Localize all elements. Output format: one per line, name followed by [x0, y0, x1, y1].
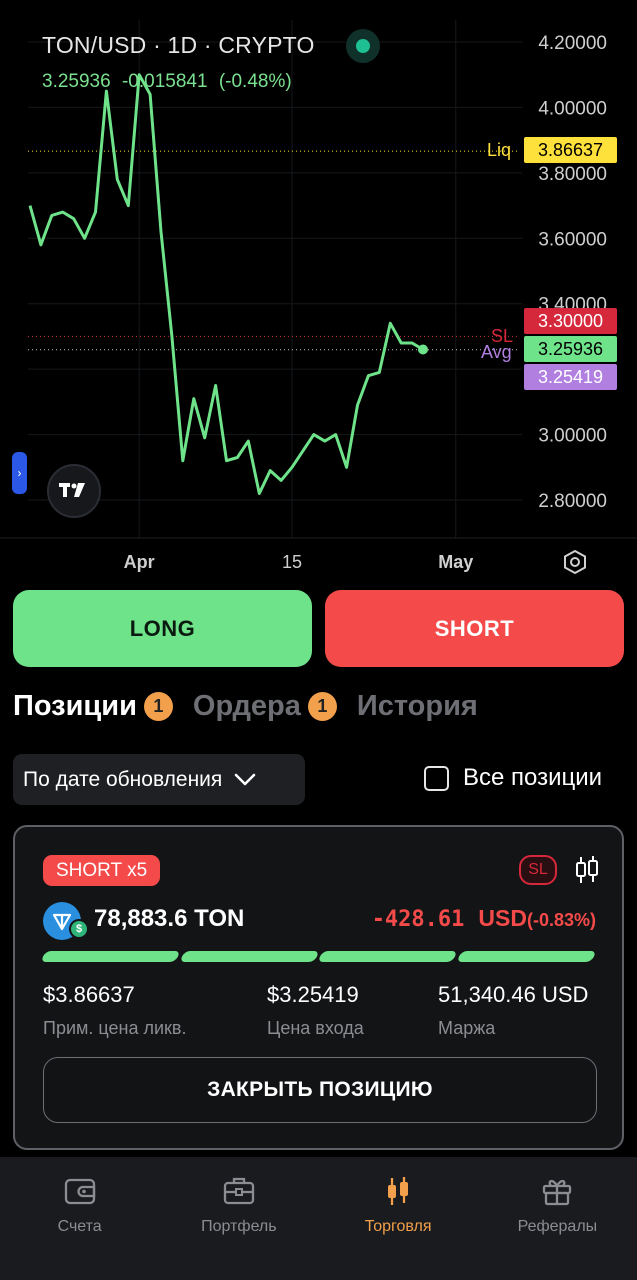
- y-tick-label: 3.80000: [538, 164, 607, 185]
- position-progress-bar: [40, 951, 596, 962]
- sort-dropdown[interactable]: По дате обновления: [13, 754, 305, 805]
- all-positions-checkbox[interactable]: [424, 765, 449, 791]
- pnl-currency: USD: [478, 905, 527, 931]
- stop-loss-icon[interactable]: SL: [519, 855, 557, 885]
- entry-price-value: $3.25419: [267, 982, 359, 1007]
- margin-value: 51,340.46 USD: [438, 982, 589, 1007]
- chart-price-line: 3.25936 -0.015841 (-0.48%): [42, 71, 298, 93]
- position-side-badge: SHORT x5: [43, 855, 161, 886]
- usd-coin-icon: $: [69, 919, 89, 939]
- avg-line-label: Avg: [481, 342, 512, 362]
- tab-positions-badge: 1: [143, 692, 173, 721]
- liq-price-tag: 3.86637: [524, 137, 617, 163]
- bottom-navigation: Счета Портфель Торговля Рефералы: [0, 1157, 637, 1280]
- market-status-icon: [346, 29, 380, 63]
- position-amount: 78,883.6 TON: [94, 905, 245, 932]
- tab-history-label: История: [356, 690, 478, 722]
- position-card[interactable]: SHORT x5 SL $ 78,883.6 TON -428.61 USD(-0…: [13, 825, 624, 1150]
- pnl-percent: (-0.83%): [526, 910, 596, 930]
- last-price-marker: [418, 344, 428, 355]
- nav-portfolio-label: Портфель: [201, 1218, 277, 1235]
- y-tick-label: 2.80000: [538, 491, 607, 512]
- x-tick-label: 15: [282, 552, 302, 572]
- side-panel-handle[interactable]: ›: [12, 452, 27, 494]
- position-pnl: -428.61 USD(-0.83%): [372, 905, 596, 932]
- avg-price-tag: 3.25419: [524, 364, 617, 390]
- current-price-tag: 3.25936: [524, 336, 617, 362]
- liq-price-stat: $3.86637 Прим. цена ликв.: [43, 982, 186, 1039]
- short-button[interactable]: SHORT: [325, 590, 624, 667]
- y-tick-label: 4.00000: [538, 98, 607, 119]
- tradingview-logo-icon[interactable]: [47, 464, 101, 518]
- close-position-button[interactable]: ЗАКРЫТЬ ПОЗИЦИЮ: [43, 1057, 597, 1123]
- chart-symbol-title: TON/USD · 1D · CRYPTO: [42, 32, 315, 58]
- liq-price-value: $3.86637: [43, 982, 135, 1007]
- sort-dropdown-label: По дате обновления: [23, 767, 223, 791]
- chart-settings-icon[interactable]: [562, 549, 588, 575]
- nav-trading[interactable]: Торговля: [319, 1157, 478, 1280]
- price-series-line: [28, 73, 424, 495]
- all-positions-toggle[interactable]: Все позиции: [424, 764, 602, 792]
- nav-trading-label: Торговля: [364, 1218, 432, 1235]
- chart-last-price: 3.25936: [42, 71, 111, 92]
- candles-settings-icon[interactable]: [574, 855, 600, 885]
- gift-icon: [543, 1179, 572, 1206]
- x-tick-label: May: [438, 552, 473, 572]
- tab-orders-badge: 1: [307, 692, 337, 721]
- nav-accounts[interactable]: Счета: [0, 1157, 159, 1280]
- all-positions-label: Все позиции: [463, 764, 603, 791]
- nav-referrals[interactable]: Рефералы: [478, 1157, 637, 1280]
- liq-line-label: Liq: [487, 140, 512, 160]
- price-chart[interactable]: 4.20000 4.00000 3.80000 3.60000 3.40000 3.000…: [0, 0, 637, 580]
- chart-change: -0.015841: [121, 71, 208, 92]
- x-tick-label: Apr: [124, 552, 155, 572]
- sl-price-tag: 3.30000: [524, 308, 617, 334]
- tab-orders[interactable]: Ордера 1: [193, 690, 337, 723]
- liq-price-label: Прим. цена ликв.: [43, 1018, 187, 1038]
- nav-accounts-label: Счета: [57, 1218, 102, 1235]
- positions-tabs: Позиции 1 Ордера 1 История: [13, 690, 498, 723]
- nav-portfolio[interactable]: Портфель: [159, 1157, 318, 1280]
- entry-price-stat: $3.25419 Цена входа: [267, 982, 364, 1039]
- tab-history[interactable]: История: [357, 690, 478, 723]
- chart-change-pct: (-0.48%): [218, 71, 292, 92]
- pnl-value: -428.61: [371, 907, 465, 932]
- candles-icon: [388, 1177, 409, 1205]
- tab-positions-label: Позиции: [13, 690, 137, 722]
- margin-stat: 51,340.46 USD Маржа: [438, 982, 588, 1039]
- long-button[interactable]: LONG: [13, 590, 312, 667]
- nav-referrals-label: Рефералы: [517, 1218, 598, 1235]
- entry-price-label: Цена входа: [267, 1018, 364, 1038]
- y-tick-label: 3.00000: [538, 426, 607, 447]
- y-tick-label: 3.60000: [538, 229, 607, 250]
- briefcase-icon: [223, 1177, 255, 1205]
- tab-orders-label: Ордера: [192, 690, 301, 722]
- wallet-icon: [64, 1178, 95, 1205]
- chevron-down-icon: [235, 773, 256, 785]
- y-tick-label: 4.20000: [538, 33, 607, 54]
- tab-positions[interactable]: Позиции 1: [13, 690, 173, 723]
- margin-label: Маржа: [438, 1018, 496, 1038]
